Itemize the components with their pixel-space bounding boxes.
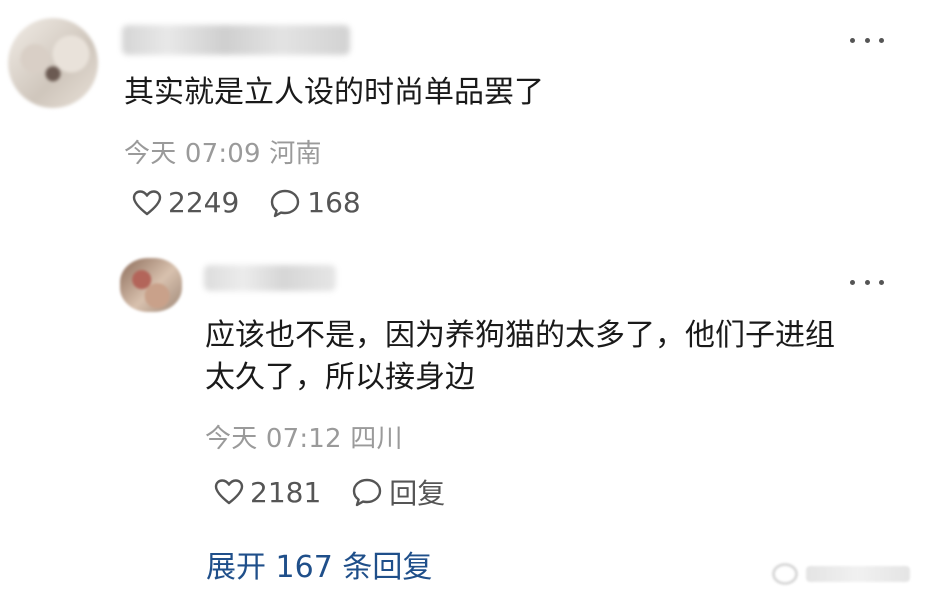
like-count: 2249 bbox=[168, 186, 240, 219]
reply-count: 168 bbox=[307, 186, 361, 219]
watermark-blurred-text bbox=[806, 566, 910, 582]
reply-like-count: 2181 bbox=[250, 475, 322, 509]
reply-location: 四川 bbox=[350, 424, 403, 454]
comment-bubble-icon bbox=[271, 189, 300, 217]
replier-username-blurred[interactable] bbox=[204, 265, 336, 291]
reply-actions: 2181 回复 bbox=[214, 472, 445, 512]
like-button[interactable]: 2249 bbox=[132, 186, 239, 219]
comment-bubble-icon bbox=[353, 478, 382, 507]
reply-text-line-1: 应该也不是，因为养狗猫的太多了，他们子进组 bbox=[205, 318, 835, 353]
reply-label: 回复 bbox=[389, 477, 446, 510]
expand-replies-link[interactable]: 展开 167 条回复 bbox=[206, 542, 432, 586]
more-dots-icon[interactable] bbox=[850, 35, 884, 45]
replier-avatar[interactable] bbox=[120, 258, 182, 312]
comment-text: 其实就是立人设的时尚单品罢了 bbox=[124, 75, 544, 110]
reply-time: 今天 07:12 bbox=[205, 424, 342, 454]
reply-more-dots-icon[interactable] bbox=[850, 277, 884, 287]
watermark-logo-icon bbox=[772, 563, 798, 585]
comment-button[interactable]: 168 bbox=[269, 186, 361, 219]
comment-time: 今天 07:09 bbox=[124, 139, 261, 169]
comment-location: 河南 bbox=[269, 139, 322, 169]
heart-outline-icon bbox=[132, 189, 162, 215]
reply-like-button[interactable]: 2181 bbox=[214, 476, 321, 509]
commenter-avatar[interactable] bbox=[8, 18, 98, 108]
watermark-logo bbox=[772, 560, 922, 588]
comment-actions: 2249 168 bbox=[132, 186, 361, 219]
commenter-username-blurred[interactable] bbox=[122, 25, 350, 55]
reply-reply-button[interactable]: 回复 bbox=[351, 472, 445, 512]
comment-meta: 今天 07:09 河南 bbox=[124, 133, 322, 170]
reply-text-line-2: 太久了，所以接身边 bbox=[205, 360, 475, 395]
reply-meta: 今天 07:12 四川 bbox=[205, 418, 403, 455]
reply-text: 应该也不是，因为养狗猫的太多了，他们子进组 太久了，所以接身边 bbox=[205, 315, 905, 399]
heart-outline-icon bbox=[214, 479, 244, 505]
